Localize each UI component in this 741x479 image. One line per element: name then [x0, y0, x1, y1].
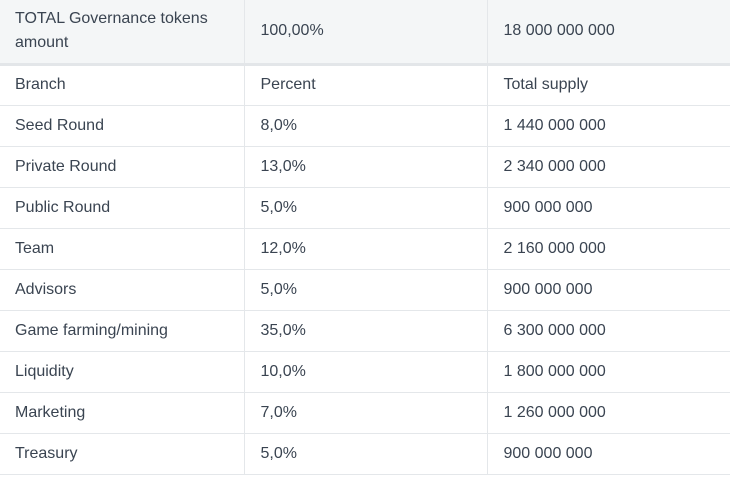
cell-percent: 5,0% — [243, 433, 487, 475]
cell-total-supply: 6 300 000 000 — [486, 310, 730, 352]
cell-total-supply: 900 000 000 — [486, 269, 730, 311]
cell-branch: Marketing — [0, 392, 244, 434]
cell-percent: 5,0% — [243, 269, 487, 311]
cell-total-supply: 1 800 000 000 — [486, 351, 730, 393]
table-row: Marketing 7,0% 1 260 000 000 — [0, 392, 730, 434]
cell-branch: Treasury — [0, 433, 244, 475]
cell-total-supply: 2 340 000 000 — [486, 146, 730, 188]
cell-percent: 12,0% — [243, 228, 487, 270]
cell-total-supply: 900 000 000 — [486, 433, 730, 475]
table-header: TOTAL Governance tokens amount 100,00% 1… — [0, 0, 730, 66]
header-cell-total-supply: 18 000 000 000 — [486, 0, 730, 66]
header-row: TOTAL Governance tokens amount 100,00% 1… — [0, 0, 730, 66]
cell-percent: 7,0% — [243, 392, 487, 434]
cell-branch: Branch — [0, 64, 244, 106]
table-row: Seed Round 8,0% 1 440 000 000 — [0, 105, 730, 147]
cell-percent: 13,0% — [243, 146, 487, 188]
table-row: Treasury 5,0% 900 000 000 — [0, 433, 730, 475]
cell-percent: 8,0% — [243, 105, 487, 147]
token-allocation-table: TOTAL Governance tokens amount 100,00% 1… — [0, 0, 730, 475]
cell-total-supply: 1 260 000 000 — [486, 392, 730, 434]
header-cell-total-percent: 100,00% — [243, 0, 487, 66]
cell-percent: 5,0% — [243, 187, 487, 229]
cell-total-supply: 2 160 000 000 — [486, 228, 730, 270]
cell-percent: 10,0% — [243, 351, 487, 393]
cell-branch: Team — [0, 228, 244, 270]
cell-branch: Seed Round — [0, 105, 244, 147]
cell-percent: 35,0% — [243, 310, 487, 352]
table-row: Liquidity 10,0% 1 800 000 000 — [0, 351, 730, 393]
cell-branch: Game farming/mining — [0, 310, 244, 352]
cell-total-supply: 900 000 000 — [486, 187, 730, 229]
cell-percent: Percent — [243, 64, 487, 106]
cell-total-supply: Total supply — [486, 64, 730, 106]
table-row: Advisors 5,0% 900 000 000 — [0, 269, 730, 311]
table-row: Public Round 5,0% 900 000 000 — [0, 187, 730, 229]
header-cell-total-label: TOTAL Governance tokens amount — [0, 0, 244, 66]
table-body: Branch Percent Total supply Seed Round 8… — [0, 64, 730, 475]
cell-branch: Private Round — [0, 146, 244, 188]
cell-branch: Public Round — [0, 187, 244, 229]
table-row: Private Round 13,0% 2 340 000 000 — [0, 146, 730, 188]
cell-branch: Liquidity — [0, 351, 244, 393]
table-row: Game farming/mining 35,0% 6 300 000 000 — [0, 310, 730, 352]
table-row: Branch Percent Total supply — [0, 64, 730, 106]
cell-branch: Advisors — [0, 269, 244, 311]
table-row: Team 12,0% 2 160 000 000 — [0, 228, 730, 270]
cell-total-supply: 1 440 000 000 — [486, 105, 730, 147]
